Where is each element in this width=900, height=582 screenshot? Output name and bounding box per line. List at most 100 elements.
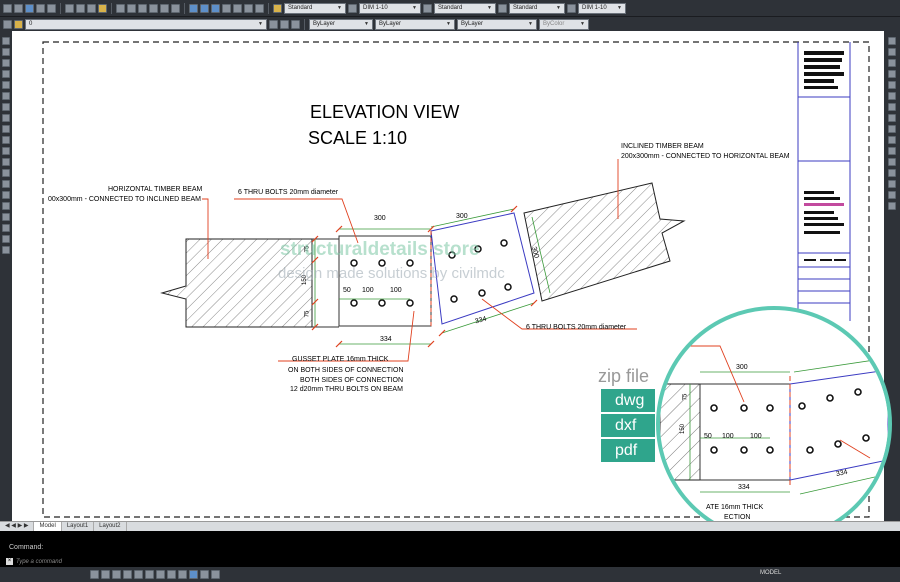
new-file-icon[interactable] xyxy=(3,3,12,13)
make-block-icon[interactable] xyxy=(2,169,10,177)
layer-previous-icon[interactable] xyxy=(280,19,289,29)
command-input[interactable]: Type a command xyxy=(16,559,62,565)
spline-icon[interactable] xyxy=(2,125,10,133)
zoom-window-icon[interactable] xyxy=(160,3,169,13)
tab-nav-arrows[interactable]: ◀ ◀ ▶ ▶ xyxy=(0,522,35,531)
arc-icon[interactable] xyxy=(2,92,10,100)
text-style-select[interactable]: Standard ▼ xyxy=(284,2,346,14)
redo-icon[interactable] xyxy=(127,3,136,13)
scale-icon[interactable] xyxy=(888,114,896,122)
offset-icon[interactable] xyxy=(888,70,896,78)
selection-cycling-icon[interactable] xyxy=(200,570,209,579)
cut-icon[interactable] xyxy=(65,3,74,13)
move-icon[interactable] xyxy=(888,92,896,100)
zoom-realtime-icon[interactable] xyxy=(149,3,158,13)
hatch-icon[interactable] xyxy=(2,191,10,199)
grid-icon[interactable] xyxy=(101,570,110,579)
save-icon[interactable] xyxy=(25,3,34,13)
dim-scale-icon[interactable] xyxy=(567,3,576,13)
osnap-icon[interactable] xyxy=(134,570,143,579)
linetype-select[interactable]: ByLayer ▼ xyxy=(375,18,455,30)
break-icon[interactable] xyxy=(888,158,896,166)
join-icon[interactable] xyxy=(888,169,896,177)
properties-icon[interactable] xyxy=(189,3,198,13)
make-current-layer-icon[interactable] xyxy=(269,19,278,29)
otrack-icon[interactable] xyxy=(145,570,154,579)
lineweight-icon[interactable] xyxy=(178,570,187,579)
dim-style-select[interactable]: DIM 1-10 ▼ xyxy=(359,2,421,14)
rotate-icon[interactable] xyxy=(888,103,896,111)
layer-select[interactable]: 0 ▼ xyxy=(25,18,267,30)
trim-icon[interactable] xyxy=(888,136,896,144)
annotation-monitor-icon[interactable] xyxy=(211,570,220,579)
pan-icon[interactable] xyxy=(138,3,147,13)
dim-scale-select[interactable]: DIM 1-10 ▼ xyxy=(578,2,626,14)
dyn-icon[interactable] xyxy=(167,570,176,579)
ellipse-icon[interactable] xyxy=(2,136,10,144)
polyline-icon[interactable] xyxy=(2,59,10,67)
multileader-style-icon[interactable] xyxy=(498,3,507,13)
tool-palettes-icon[interactable] xyxy=(211,3,220,13)
line-icon[interactable] xyxy=(2,37,10,45)
undo-icon[interactable] xyxy=(116,3,125,13)
open-file-icon[interactable] xyxy=(14,3,23,13)
download-pdf-button[interactable]: pdf xyxy=(601,439,655,462)
fillet-icon[interactable] xyxy=(888,191,896,199)
ellipse-arc-icon[interactable] xyxy=(2,147,10,155)
rectangle-icon[interactable] xyxy=(2,81,10,89)
zoom-previous-icon[interactable] xyxy=(171,3,180,13)
table-style-select[interactable]: Standard ▼ xyxy=(434,2,496,14)
dim-style-icon[interactable] xyxy=(348,3,357,13)
plot-preview-icon[interactable] xyxy=(47,3,56,13)
copy-icon[interactable] xyxy=(76,3,85,13)
model-space-label[interactable]: MODEL xyxy=(760,570,781,576)
command-line[interactable]: × Type a command xyxy=(6,556,136,567)
plot-style-select[interactable]: ByColor ▼ xyxy=(539,18,589,30)
calculator-icon[interactable] xyxy=(244,3,253,13)
tab-layout1[interactable]: Layout1 xyxy=(62,522,95,531)
gradient-icon[interactable] xyxy=(2,202,10,210)
ducs-icon[interactable] xyxy=(156,570,165,579)
match-properties-icon[interactable] xyxy=(98,3,107,13)
erase-icon[interactable] xyxy=(888,37,896,45)
lightbulb-icon[interactable] xyxy=(14,19,23,29)
ortho-icon[interactable] xyxy=(112,570,121,579)
chamfer-icon[interactable] xyxy=(888,180,896,188)
close-icon[interactable]: × xyxy=(6,558,13,565)
download-dxf-button[interactable]: dxf xyxy=(601,414,655,437)
design-center-icon[interactable] xyxy=(200,3,209,13)
explode-icon[interactable] xyxy=(888,202,896,210)
polar-icon[interactable] xyxy=(123,570,132,579)
tab-model[interactable]: Model xyxy=(34,522,62,531)
revision-cloud-icon[interactable] xyxy=(2,114,10,122)
insert-block-icon[interactable] xyxy=(2,158,10,166)
help-icon[interactable] xyxy=(255,3,264,13)
copy-object-icon[interactable] xyxy=(888,48,896,56)
color-select[interactable]: ByLayer ▼ xyxy=(309,18,373,30)
multileader-style-select[interactable]: Standard ▼ xyxy=(509,2,565,14)
stretch-icon[interactable] xyxy=(888,125,896,133)
layer-state-icon[interactable] xyxy=(291,19,300,29)
quick-properties-icon[interactable] xyxy=(189,570,198,579)
print-icon[interactable] xyxy=(36,3,45,13)
download-dwg-button[interactable]: dwg xyxy=(601,389,655,412)
point-icon[interactable] xyxy=(2,180,10,188)
extend-icon[interactable] xyxy=(888,147,896,155)
mirror-icon[interactable] xyxy=(888,59,896,67)
lineweight-select[interactable]: ByLayer ▼ xyxy=(457,18,537,30)
add-selected-icon[interactable] xyxy=(2,246,10,254)
table-style-icon[interactable] xyxy=(423,3,432,13)
sheet-set-icon[interactable] xyxy=(222,3,231,13)
table-icon[interactable] xyxy=(2,224,10,232)
region-icon[interactable] xyxy=(2,213,10,221)
layer-properties-icon[interactable] xyxy=(3,19,12,29)
circle-icon[interactable] xyxy=(2,103,10,111)
markup-icon[interactable] xyxy=(233,3,242,13)
multiline-text-icon[interactable] xyxy=(2,235,10,243)
tab-layout2[interactable]: Layout2 xyxy=(94,522,127,531)
paste-icon[interactable] xyxy=(87,3,96,13)
text-style-icon[interactable] xyxy=(273,3,282,13)
construction-line-icon[interactable] xyxy=(2,48,10,56)
snap-icon[interactable] xyxy=(90,570,99,579)
polygon-icon[interactable] xyxy=(2,70,10,78)
